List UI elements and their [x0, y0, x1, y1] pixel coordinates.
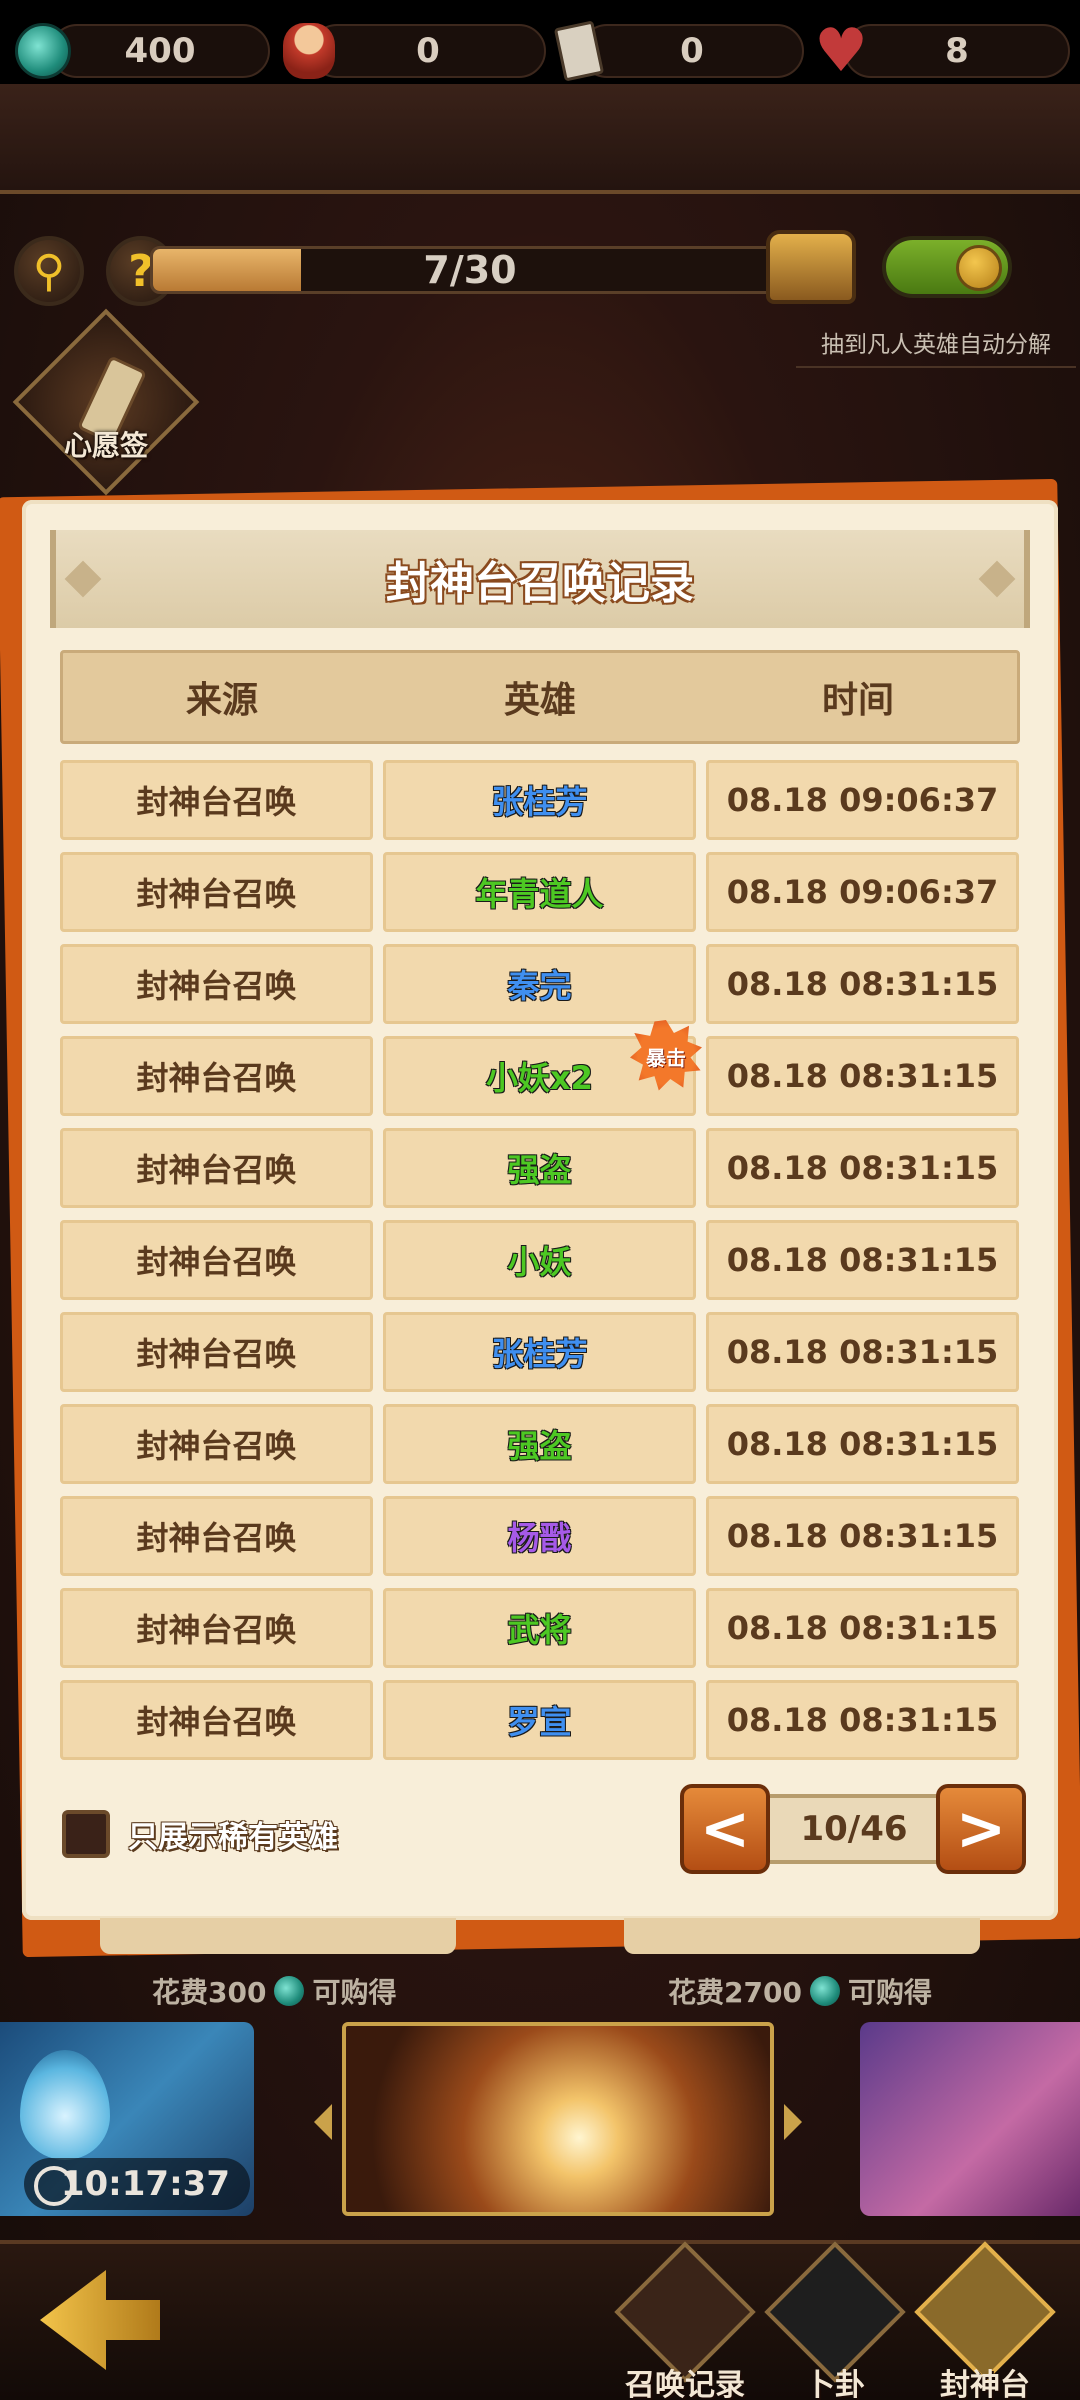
row-hero[interactable]: 年青道人	[383, 852, 696, 932]
doll-value: 0	[416, 31, 440, 71]
ticket-value: 0	[680, 31, 704, 71]
table-row: 封神台召唤 强盗 08.18 08:31:15	[60, 1404, 1020, 1484]
cost-left-label: 可购得	[312, 1976, 397, 2009]
heart-icon: ♥	[814, 16, 868, 86]
table-row: 封神台召唤 强盗 08.18 08:31:15	[60, 1128, 1020, 1208]
table-row: 封神台召唤 小妖 08.18 08:31:15	[60, 1220, 1020, 1300]
table-row: 封神台召唤 秦完 08.18 08:31:15	[60, 944, 1020, 1024]
table-row: 封神台召唤 罗宣 08.18 08:31:15	[60, 1680, 1020, 1760]
row-hero[interactable]: 张桂芳	[383, 760, 696, 840]
row-time: 08.18 08:31:15	[706, 1588, 1019, 1668]
row-hero[interactable]: 杨戬	[383, 1496, 696, 1576]
toggle-knob	[956, 245, 1002, 291]
row-hero[interactable]: 罗宣	[383, 1680, 696, 1760]
row-time: 08.18 08:31:15	[706, 1404, 1019, 1484]
cost-left-amount: 花费300	[152, 1976, 267, 2009]
row-source: 封神台召唤	[60, 944, 373, 1024]
row-hero[interactable]: 强盗	[383, 1404, 696, 1484]
nav-divination[interactable]: 卜卦	[760, 2241, 910, 2400]
record-list: 封神台召唤 张桂芳 08.18 09:06:37 封神台召唤 年青道人 08.18 09:…	[60, 760, 1020, 1772]
row-time: 08.18 09:06:37	[706, 760, 1019, 840]
table-row: 封神台召唤 张桂芳 08.18 09:06:37	[60, 760, 1020, 840]
row-source: 封神台召唤	[60, 1680, 373, 1760]
ticket-counter: 0	[580, 24, 804, 78]
summon-progress-bar: 7/30	[150, 246, 790, 294]
row-source: 封神台召唤	[60, 1496, 373, 1576]
clock-icon	[34, 2166, 74, 2206]
page-indicator: 10/46	[770, 1794, 938, 1864]
jade-coin-icon	[12, 20, 74, 82]
nav-label: 卜卦	[805, 2368, 865, 2400]
search-button[interactable]: ⚲	[14, 236, 84, 306]
row-time: 08.18 08:31:15	[706, 1036, 1019, 1116]
row-time: 08.18 08:31:15	[706, 1220, 1019, 1300]
lucky-doll-icon	[278, 20, 340, 82]
shop-item-right[interactable]	[624, 1918, 980, 1954]
row-time: 08.18 08:31:15	[706, 1680, 1019, 1760]
row-source: 封神台召唤	[60, 1312, 373, 1392]
row-source: 封神台召唤	[60, 1220, 373, 1300]
table-row: 封神台召唤 张桂芳 08.18 08:31:15	[60, 1312, 1020, 1392]
cost-right-label: 可购得	[847, 1976, 932, 2009]
dialog-title: 封神台召唤记录	[386, 558, 694, 609]
hero-banner[interactable]	[860, 2022, 1080, 2216]
treasure-chest-icon[interactable]	[766, 230, 856, 304]
doll-counter: 0	[310, 24, 546, 78]
prev-page-button[interactable]: <	[680, 1784, 770, 1874]
nav-fengshen-altar[interactable]: 封神台	[910, 2241, 1060, 2400]
row-time: 08.18 08:31:15	[706, 1312, 1019, 1392]
summon-progress-text: 7/30	[423, 248, 517, 292]
ticket-icon	[548, 20, 610, 82]
jade-value: 400	[124, 31, 196, 71]
resource-bar	[0, 84, 1080, 194]
search-icon: ⚲	[32, 245, 66, 297]
row-source: 封神台召唤	[60, 760, 373, 840]
row-time: 08.18 08:31:15	[706, 944, 1019, 1024]
cost-left: 花费300 可购得	[152, 1970, 396, 2012]
heart-counter: 8	[844, 24, 1070, 78]
table-row: 封神台召唤 武将 08.18 08:31:15	[60, 1588, 1020, 1668]
column-hero: 英雄	[503, 680, 576, 721]
cost-right-amount: 花费2700	[668, 1976, 802, 2009]
row-time: 08.18 09:06:37	[706, 852, 1019, 932]
table-header: 来源 英雄 时间	[60, 650, 1020, 744]
table-row: 封神台召唤 年青道人 08.18 09:06:37	[60, 852, 1020, 932]
table-row: 封神台召唤 小妖x2 08.18 08:31:15 暴击	[60, 1020, 1020, 1116]
row-time: 08.18 08:31:15	[706, 1496, 1019, 1576]
wish-label: 心愿签	[63, 429, 148, 462]
table-row: 封神台召唤 杨戬 08.18 08:31:15	[60, 1496, 1020, 1576]
row-source: 封神台召唤	[60, 1128, 373, 1208]
jade-coin-icon	[274, 1976, 305, 2006]
auto-decompose-toggle[interactable]	[882, 236, 1012, 298]
jade-coin-icon	[809, 1976, 840, 2006]
jade-counter: 400	[50, 24, 270, 78]
row-time: 08.18 08:31:15	[706, 1128, 1019, 1208]
column-source: 来源	[185, 680, 258, 721]
row-hero[interactable]: 张桂芳	[383, 1312, 696, 1392]
carousel-prev-icon[interactable]	[314, 2104, 332, 2140]
rare-only-checkbox[interactable]	[62, 1810, 110, 1858]
next-page-button[interactable]: >	[936, 1784, 1026, 1874]
column-time: 时间	[821, 680, 894, 721]
row-source: 封神台召唤	[60, 1404, 373, 1484]
cost-right: 花费2700 可购得	[668, 1970, 932, 2012]
row-hero[interactable]: 小妖	[383, 1220, 696, 1300]
nav-summon-record[interactable]: 召唤记录	[610, 2241, 760, 2400]
rare-only-label: 只展示稀有英雄	[128, 1820, 338, 1855]
row-source: 封神台召唤	[60, 1588, 373, 1668]
shop-item-left[interactable]	[100, 1918, 456, 1954]
auto-decompose-label: 抽到凡人英雄自动分解	[796, 318, 1076, 368]
nav-label: 召唤记录	[625, 2368, 745, 2400]
row-source: 封神台召唤	[60, 1036, 373, 1116]
nav-label: 封神台	[940, 2368, 1030, 2400]
carousel-next-icon[interactable]	[784, 2104, 802, 2140]
row-hero[interactable]: 强盗	[383, 1128, 696, 1208]
row-hero[interactable]: 秦完	[383, 944, 696, 1024]
heart-value: 8	[945, 31, 969, 71]
row-source: 封神台召唤	[60, 852, 373, 932]
row-hero[interactable]: 武将	[383, 1588, 696, 1668]
summon-vortex-banner[interactable]	[342, 2022, 774, 2216]
